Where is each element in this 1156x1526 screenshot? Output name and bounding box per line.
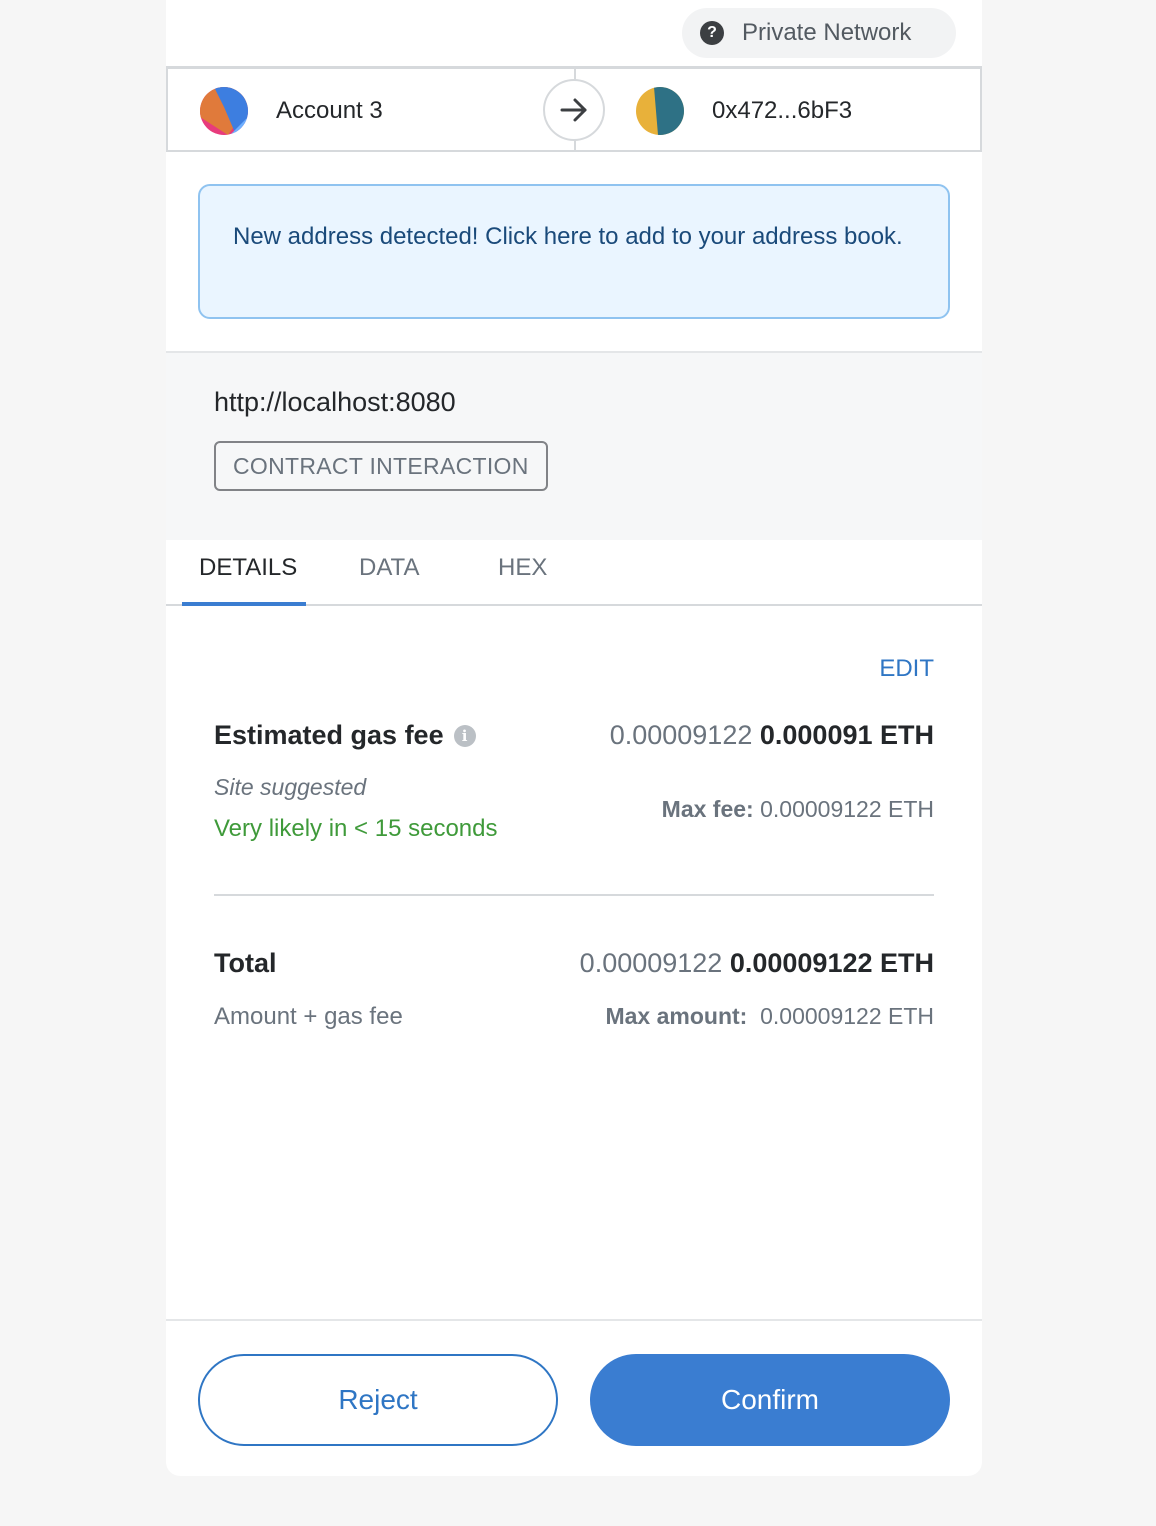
tab-data[interactable]: DATA: [359, 554, 419, 582]
gas-fee-primary: 0.000091 ETH: [759, 720, 934, 750]
gas-fee-secondary: 0.00009122: [609, 720, 753, 750]
details-divider: [214, 894, 934, 896]
max-amount: Max amount: 0.00009122 ETH: [605, 1003, 934, 1030]
tab-bar: DETAILS DATA HEX: [166, 538, 982, 606]
active-tab-indicator: [182, 602, 306, 606]
max-amount-value: 0.00009122 ETH: [760, 1003, 934, 1029]
recipient-address[interactable]: 0x472...6bF3: [712, 97, 852, 125]
estimated-gas-fee-label: Estimated gas fee: [214, 720, 444, 750]
arrow-right-icon: [543, 79, 605, 141]
network-selector[interactable]: ? Private Network: [682, 8, 956, 58]
gas-source: Site suggested: [214, 774, 367, 800]
reject-button[interactable]: Reject: [198, 1354, 558, 1446]
max-fee-value: 0.00009122 ETH: [760, 796, 934, 822]
total-value: 0.00009122 0.00009122 ETH: [580, 948, 934, 979]
edit-gas-button[interactable]: EDIT: [879, 655, 934, 683]
max-fee: Max fee: 0.00009122 ETH: [662, 796, 934, 823]
sender-to-recipient: Account 3 0x472...6bF3: [166, 66, 982, 152]
total-label: Total: [214, 948, 277, 978]
sender-name[interactable]: Account 3: [276, 97, 383, 125]
recipient-avatar: [636, 87, 684, 135]
transaction-type-badge: CONTRACT INTERACTION: [214, 441, 548, 491]
total-secondary: 0.00009122: [579, 948, 723, 978]
transaction-origin: http://localhost:8080 CONTRACT INTERACTI…: [166, 351, 982, 540]
tab-hex[interactable]: HEX: [498, 554, 547, 582]
confirm-button[interactable]: Confirm: [590, 1354, 950, 1446]
max-amount-label: Max amount:: [605, 1003, 748, 1029]
estimated-gas-fee-value: 0.00009122 0.000091 ETH: [610, 720, 934, 751]
confirm-transaction-panel: ? Private Network Account 3 0x472...6bF3…: [166, 0, 982, 1476]
footer-actions: Reject Confirm: [166, 1319, 982, 1476]
total-sublabel: Amount + gas fee: [214, 1003, 403, 1030]
total-primary: 0.00009122 ETH: [729, 948, 934, 978]
network-label: Private Network: [742, 19, 912, 46]
origin-url: http://localhost:8080: [214, 387, 456, 417]
sender-avatar: [200, 87, 248, 135]
estimated-gas-fee-row: Estimated gas fee i: [214, 720, 476, 751]
question-icon: ?: [700, 21, 724, 45]
tab-details[interactable]: DETAILS: [199, 554, 297, 582]
info-icon[interactable]: i: [453, 725, 476, 747]
max-fee-label: Max fee:: [661, 796, 754, 822]
gas-timing-estimate: Very likely in < 15 seconds: [214, 815, 498, 842]
new-address-notice[interactable]: New address detected! Click here to add …: [198, 184, 950, 319]
